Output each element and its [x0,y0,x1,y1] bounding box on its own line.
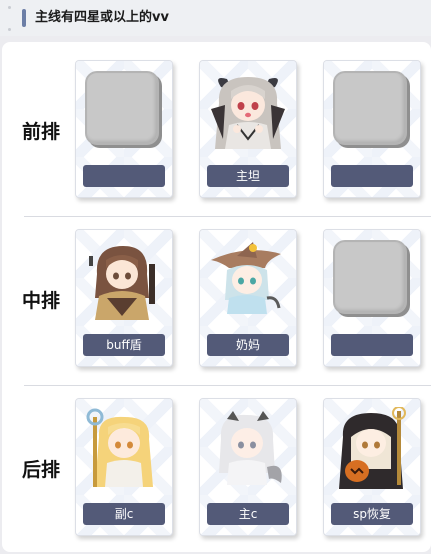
character-slot[interactable] [323,60,421,198]
blonde-staff-girl-portrait-icon [83,407,165,489]
section-header: 主线有四星或以上的vv [0,0,431,36]
slot-role-label: 主坦 [207,165,289,187]
character-slot[interactable] [75,60,173,198]
character-slot[interactable]: 副c [75,398,173,536]
header-accent-bar [22,9,26,27]
slot-role-label [331,334,413,356]
empty-slot-icon [331,238,413,320]
character-slot[interactable] [323,229,421,367]
character-slot[interactable]: 主c [199,398,297,536]
slot-role-label: buff盾 [83,334,165,356]
slot-role-label: 副c [83,503,165,525]
character-slot[interactable]: sp恢复 [323,398,421,536]
character-slot[interactable]: 奶妈 [199,229,297,367]
silver-hair-horned-girl-portrait-icon [207,69,289,151]
slot-role-label: 主c [207,503,289,525]
section-title: 主线有四星或以上的vv [35,10,169,25]
character-slot[interactable]: buff盾 [75,229,173,367]
header-dot [8,28,11,31]
header-dot [8,6,11,9]
row-divider [24,385,431,386]
witch-hat-girl-portrait-icon [207,238,289,320]
row-divider [24,216,431,217]
slot-role-label: 奶妈 [207,334,289,356]
row-label-middle: 中排 [22,290,61,312]
slot-role-label [331,165,413,187]
brown-hair-girl-portrait-icon [83,238,165,320]
character-slot[interactable]: 主坦 [199,60,297,198]
row-label-back: 后排 [22,459,61,481]
row-label-front: 前排 [22,121,61,143]
empty-slot-icon [83,69,165,151]
slot-role-label: sp恢复 [331,503,413,525]
slot-role-label [83,165,165,187]
white-hair-tail-girl-portrait-icon [207,407,289,489]
team-panel: 前排 主坦 中排 buff盾 奶妈 后排 副c 主c sp恢复 [2,42,431,552]
nun-pumpkin-girl-portrait-icon [331,406,413,489]
empty-slot-icon [331,69,413,151]
